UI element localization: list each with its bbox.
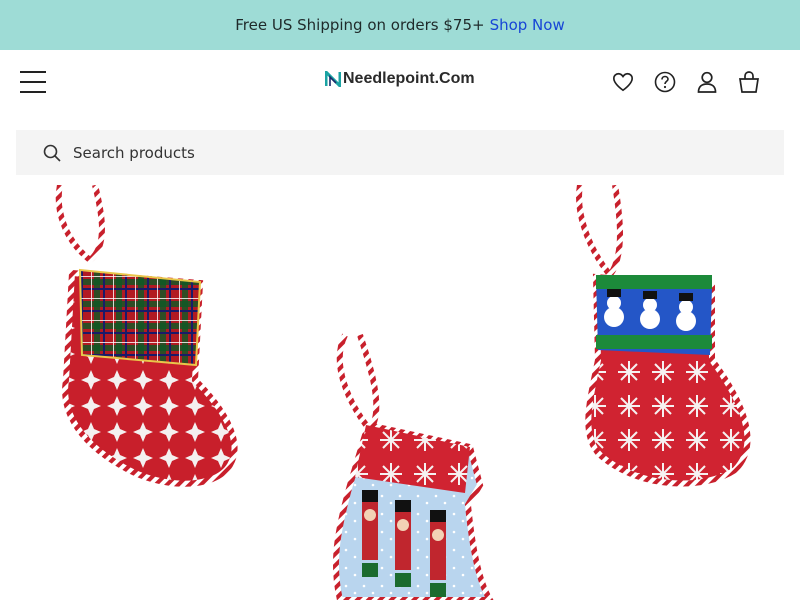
shopping-bag-icon[interactable] [738, 70, 760, 94]
snowman-stocking [576, 185, 751, 487]
search-input[interactable] [71, 142, 755, 163]
hamburger-menu-icon[interactable] [20, 70, 46, 94]
header-icons [612, 70, 760, 94]
hero-illustration [55, 185, 751, 600]
shop-now-link[interactable]: Shop Now [490, 16, 565, 34]
promo-text: Free US Shipping on orders $75+ [235, 16, 485, 34]
plaid-stocking [55, 185, 238, 487]
hero-image [0, 185, 800, 600]
logo-text: Needlepoint.Com [343, 70, 475, 87]
site-logo[interactable]: Needlepoint.Com [325, 70, 475, 88]
nutcracker-stocking [332, 333, 494, 600]
promo-banner: Free US Shipping on orders $75+ Shop Now [0, 0, 800, 50]
heart-icon[interactable] [612, 70, 634, 94]
logo-mark-icon [325, 71, 341, 87]
account-icon[interactable] [696, 70, 718, 94]
site-header: Needlepoint.Com [0, 50, 800, 115]
search-bar [16, 130, 784, 175]
help-icon[interactable] [654, 70, 676, 94]
search-icon [43, 144, 61, 162]
